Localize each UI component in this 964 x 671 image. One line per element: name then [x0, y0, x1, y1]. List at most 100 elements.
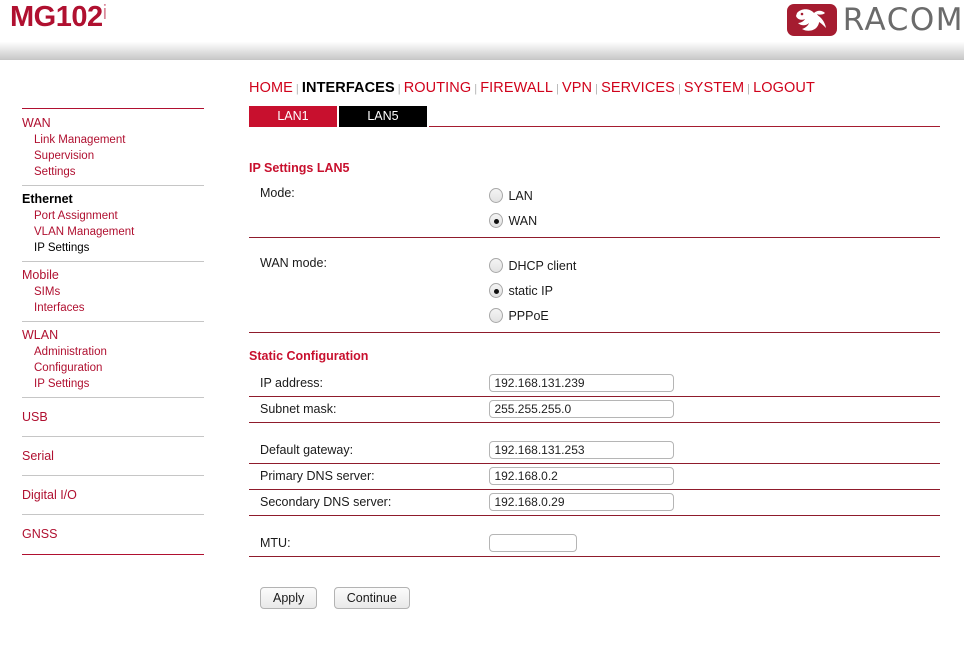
sidebar-bottom-rule [22, 554, 204, 555]
sidebar-item-supervision[interactable]: Supervision [22, 148, 204, 164]
sidebar-group-mobile[interactable]: Mobile [22, 267, 204, 284]
nav-firewall[interactable]: FIREWALL [480, 80, 553, 96]
radio-option-lan[interactable]: LAN [489, 183, 537, 208]
ip-address-input[interactable] [489, 374, 675, 392]
sidebar-item-administration[interactable]: Administration [22, 344, 204, 360]
sidebar-group-wlan[interactable]: WLAN [22, 327, 204, 344]
row-divider [249, 463, 940, 464]
radio-option-static-ip[interactable]: static IP [489, 278, 576, 303]
input-wrap-ip-address [489, 373, 675, 392]
tab-lan5[interactable]: LAN5 [339, 106, 427, 127]
nav-vpn[interactable]: VPN [562, 80, 592, 96]
tab-underline [429, 126, 940, 127]
nav-services[interactable]: SERVICES [601, 80, 675, 96]
sidebar-item-vlan-management[interactable]: VLAN Management [22, 224, 204, 240]
radio-dhcp-client-icon[interactable] [489, 258, 504, 273]
mode-radio-group: LAN WAN [489, 183, 537, 233]
nav-separator: | [595, 83, 599, 95]
form-row-default-gateway: Default gateway: [249, 440, 940, 466]
label-subnet-mask: Subnet mask: [260, 402, 337, 416]
racom-wordmark: RACOM [842, 2, 964, 38]
sidebar-item-link-management[interactable]: Link Management [22, 132, 204, 148]
sidebar-divider [22, 261, 204, 262]
nav-separator: | [295, 83, 299, 95]
sidebar-item-usb[interactable]: USB [22, 403, 204, 431]
form-row-mtu: MTU: [249, 533, 940, 559]
radio-wan-icon[interactable] [489, 213, 504, 228]
section-title-ip-settings: IP Settings LAN5 [249, 161, 350, 175]
sidebar-item-digital-io[interactable]: Digital I/O [22, 481, 204, 509]
sidebar-item-port-assignment[interactable]: Port Assignment [22, 208, 204, 224]
mtu-input[interactable] [489, 534, 578, 552]
sidebar-item-settings[interactable]: Settings [22, 164, 204, 180]
input-wrap-primary-dns [489, 466, 675, 485]
radio-option-wan[interactable]: WAN [489, 208, 537, 233]
nav-routing[interactable]: ROUTING [404, 80, 472, 96]
label-mtu: MTU: [260, 536, 291, 550]
nav-interfaces[interactable]: INTERFACES [302, 80, 395, 96]
header-spacer [0, 60, 964, 75]
nav-separator: | [677, 83, 681, 95]
row-divider [249, 515, 940, 516]
radio-static-ip-icon[interactable] [489, 283, 504, 298]
sidebar-divider [22, 321, 204, 322]
sidebar: WAN Link Management Supervision Settings… [22, 108, 204, 555]
label-secondary-dns: Secondary DNS server: [260, 495, 392, 509]
nav-separator: | [397, 83, 401, 95]
row-divider [249, 396, 940, 397]
label-primary-dns: Primary DNS server: [260, 469, 375, 483]
sidebar-divider [22, 514, 204, 515]
section-title-static-configuration: Static Configuration [249, 349, 369, 363]
radio-static-ip-label: static IP [508, 283, 553, 298]
sidebar-item-gnss[interactable]: GNSS [22, 520, 204, 548]
nav-home[interactable]: HOME [249, 80, 293, 96]
apply-button[interactable]: Apply [260, 587, 318, 609]
input-wrap-mtu [489, 533, 578, 552]
radio-dhcp-client-label: DHCP client [508, 258, 577, 273]
secondary-dns-input[interactable] [489, 493, 675, 511]
radio-pppoe-icon[interactable] [489, 308, 504, 323]
nav-separator: | [474, 83, 478, 95]
wan-mode-radio-group: DHCP client static IP PPPoE [489, 253, 576, 328]
radio-option-dhcp-client[interactable]: DHCP client [489, 253, 576, 278]
nav-system[interactable]: SYSTEM [684, 80, 744, 96]
radio-lan-label: LAN [508, 188, 533, 203]
row-divider [249, 489, 940, 490]
radio-lan-icon[interactable] [489, 188, 504, 203]
sidebar-item-wlan-ip-settings[interactable]: IP Settings [22, 376, 204, 392]
sidebar-divider [22, 397, 204, 398]
form-row-secondary-dns: Secondary DNS server: [249, 492, 940, 518]
form-actions: Apply Continue [249, 587, 940, 609]
sidebar-divider [22, 475, 204, 476]
radio-option-pppoe[interactable]: PPPoE [489, 303, 576, 328]
nav-logout[interactable]: LOGOUT [753, 80, 815, 96]
input-wrap-secondary-dns [489, 492, 675, 511]
sidebar-group-wan[interactable]: WAN [22, 115, 204, 132]
sidebar-item-ethernet-ip-settings[interactable]: IP Settings [22, 240, 204, 256]
default-gateway-input[interactable] [489, 441, 675, 459]
sidebar-group-ethernet[interactable]: Ethernet [22, 191, 204, 208]
subnet-mask-input[interactable] [489, 400, 675, 418]
form-row-subnet-mask: Subnet mask: [249, 399, 940, 425]
racom-bird-logo-icon [786, 4, 837, 36]
tab-lan1[interactable]: LAN1 [249, 106, 337, 127]
header-gradient-band [0, 40, 964, 60]
continue-button[interactable]: Continue [333, 587, 410, 609]
label-mode: Mode: [260, 186, 295, 200]
sidebar-item-mobile-interfaces[interactable]: Interfaces [22, 300, 204, 316]
row-divider [249, 422, 940, 423]
sidebar-item-serial[interactable]: Serial [22, 442, 204, 470]
nav-separator: | [747, 83, 751, 95]
row-divider [249, 237, 940, 238]
sidebar-item-sims[interactable]: SIMs [22, 284, 204, 300]
primary-dns-input[interactable] [489, 467, 675, 485]
sidebar-item-configuration[interactable]: Configuration [22, 360, 204, 376]
main-content: HOME | INTERFACES | ROUTING | FIREWALL | VPN | SER… [249, 75, 940, 609]
top-navigation: HOME | INTERFACES | ROUTING | FIREWALL | VPN | SER… [249, 75, 940, 96]
row-divider [249, 556, 940, 557]
product-title-text: MG102 [10, 1, 103, 33]
sidebar-divider [22, 185, 204, 186]
form-row-wan-mode: WAN mode: DHCP client static IP PPPoE [249, 253, 940, 333]
